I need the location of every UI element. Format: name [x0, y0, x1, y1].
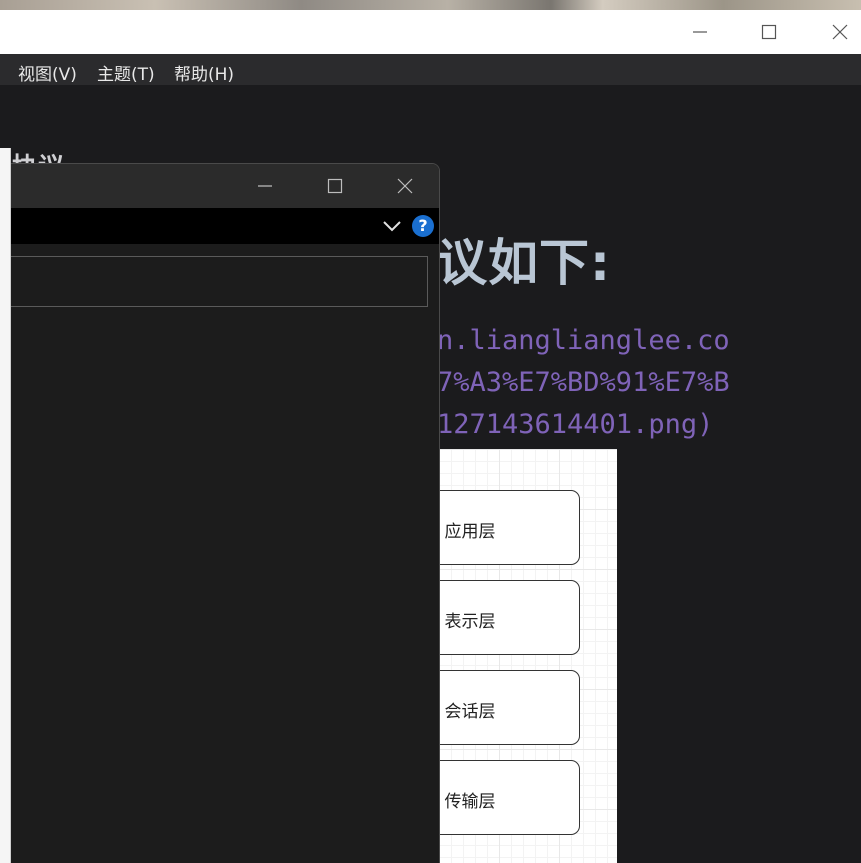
dialog-maximize-button[interactable]: [312, 164, 358, 208]
menu-bar: 视图(V) 主题(T) 帮助(H): [0, 54, 861, 85]
dialog-minimize-button[interactable]: [242, 164, 288, 208]
floating-dialog[interactable]: ?: [0, 163, 440, 863]
maximize-button[interactable]: [746, 10, 792, 54]
section-heading: 议如下:: [437, 234, 611, 292]
maximize-icon: [327, 178, 343, 194]
layer-label: 会话层: [444, 702, 496, 722]
minimize-button[interactable]: [677, 10, 723, 54]
layer-label: 表示层: [444, 612, 496, 632]
dialog-close-button[interactable]: [382, 164, 428, 208]
image-link-line[interactable]: n.lianglianglee.co: [437, 325, 730, 356]
image-link-line[interactable]: 7%A3%E7%BD%91%E7%B: [437, 367, 730, 398]
osi-diagram-image: 应用层 表示层 会话层 传输层: [439, 449, 617, 863]
diagram-layer-box: 应用层: [439, 490, 580, 565]
layer-label: 应用层: [444, 522, 496, 542]
diagram-layer-box: 表示层: [439, 580, 580, 655]
dialog-search-input[interactable]: [1, 256, 428, 307]
diagram-layer-box: 传输层: [439, 760, 580, 835]
desktop-wallpaper: [0, 0, 861, 10]
menu-help[interactable]: 帮助(H): [174, 60, 234, 85]
window-titlebar[interactable]: [0, 10, 861, 54]
chevron-down-icon[interactable]: [381, 216, 403, 236]
help-icon[interactable]: ?: [412, 215, 434, 237]
minimize-icon: [693, 31, 707, 33]
close-icon: [397, 178, 413, 194]
menu-theme[interactable]: 主题(T): [97, 60, 155, 85]
image-link-line[interactable]: 127143614401.png): [437, 409, 713, 440]
minimize-icon: [258, 185, 272, 187]
close-icon: [832, 24, 848, 40]
maximize-icon: [761, 24, 777, 40]
close-button[interactable]: [817, 10, 861, 54]
layer-label: 传输层: [444, 792, 496, 812]
dialog-toolbar: ?: [0, 208, 439, 244]
dialog-titlebar[interactable]: [0, 164, 439, 208]
menu-view[interactable]: 视图(V): [18, 60, 77, 85]
desktop: 视图(V) 主题(T) 帮助(H) 协议 议如下: n.liangliangle…: [0, 0, 861, 863]
diagram-layer-box: 会话层: [439, 670, 580, 745]
background-window-edge: [0, 148, 11, 863]
